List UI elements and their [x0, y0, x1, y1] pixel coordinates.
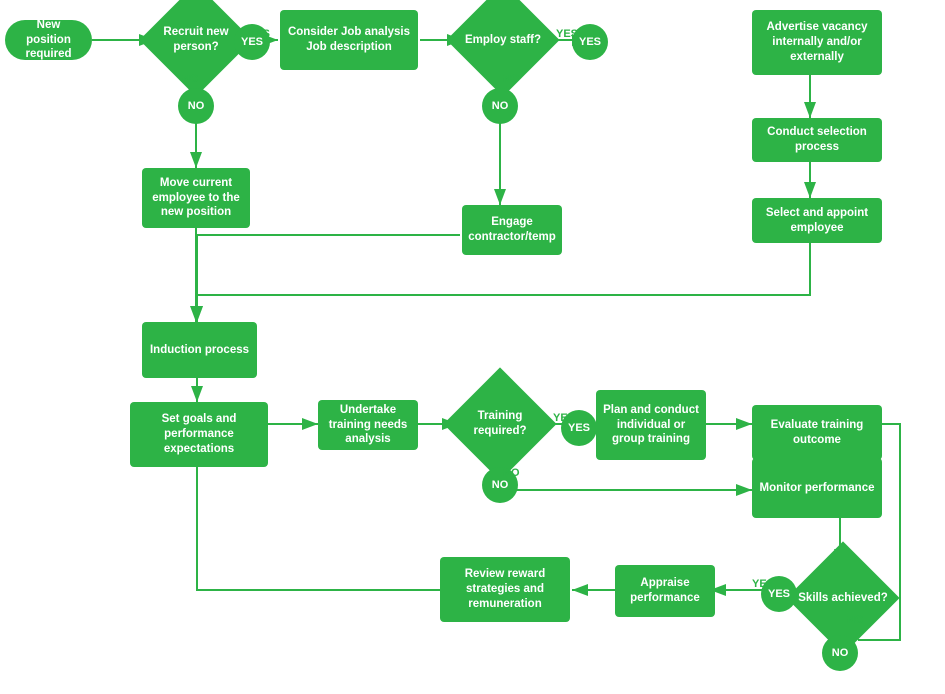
no-circle-1: NO	[178, 88, 214, 124]
induction-node: Induction process	[142, 322, 257, 378]
evaluate-training-node: Evaluate training outcome	[752, 405, 882, 460]
review-reward-node: Review reward strategies and remuneratio…	[440, 557, 570, 622]
skills-achieved-node: Skills achieved?	[798, 558, 888, 638]
employ-staff-node: Employ staff?	[462, 4, 544, 76]
no-label-1: NO	[182, 73, 199, 85]
training-needs-node: Undertake training needs analysis	[318, 400, 418, 450]
conduct-selection-node: Conduct selection process	[752, 118, 882, 162]
training-required-node: Training required?	[455, 388, 545, 460]
advertise-node: Advertise vacancy internally and/or exte…	[752, 10, 882, 75]
no-label-4: NO	[847, 614, 864, 626]
yes-label-1: YES	[248, 28, 270, 40]
no-label-3: NO	[503, 467, 520, 479]
no-circle-2: NO	[482, 88, 518, 124]
plan-conduct-node: Plan and conduct individual or group tra…	[596, 390, 706, 460]
yes-label-3: YES	[553, 412, 575, 424]
yes-label-2: YES	[556, 28, 578, 40]
move-employee-node: Move current employee to the new positio…	[142, 168, 250, 228]
monitor-performance-node: Monitor performance	[752, 458, 882, 518]
consider-job-node: Consider Job analysis Job description	[280, 10, 418, 70]
select-appoint-node: Select and appoint employee	[752, 198, 882, 243]
appraise-node: Appraise performance	[615, 565, 715, 617]
new-position-node: New position required	[5, 20, 92, 60]
no-label-2: NO	[503, 73, 520, 85]
set-goals-node: Set goals and performance expectations	[130, 402, 268, 467]
yes-label-4: YES	[752, 578, 774, 590]
engage-contractor-node: Engage contractor/temp	[462, 205, 562, 255]
recruit-new-node: Recruit new person?	[152, 4, 240, 76]
no-circle-4: NO	[822, 635, 858, 671]
